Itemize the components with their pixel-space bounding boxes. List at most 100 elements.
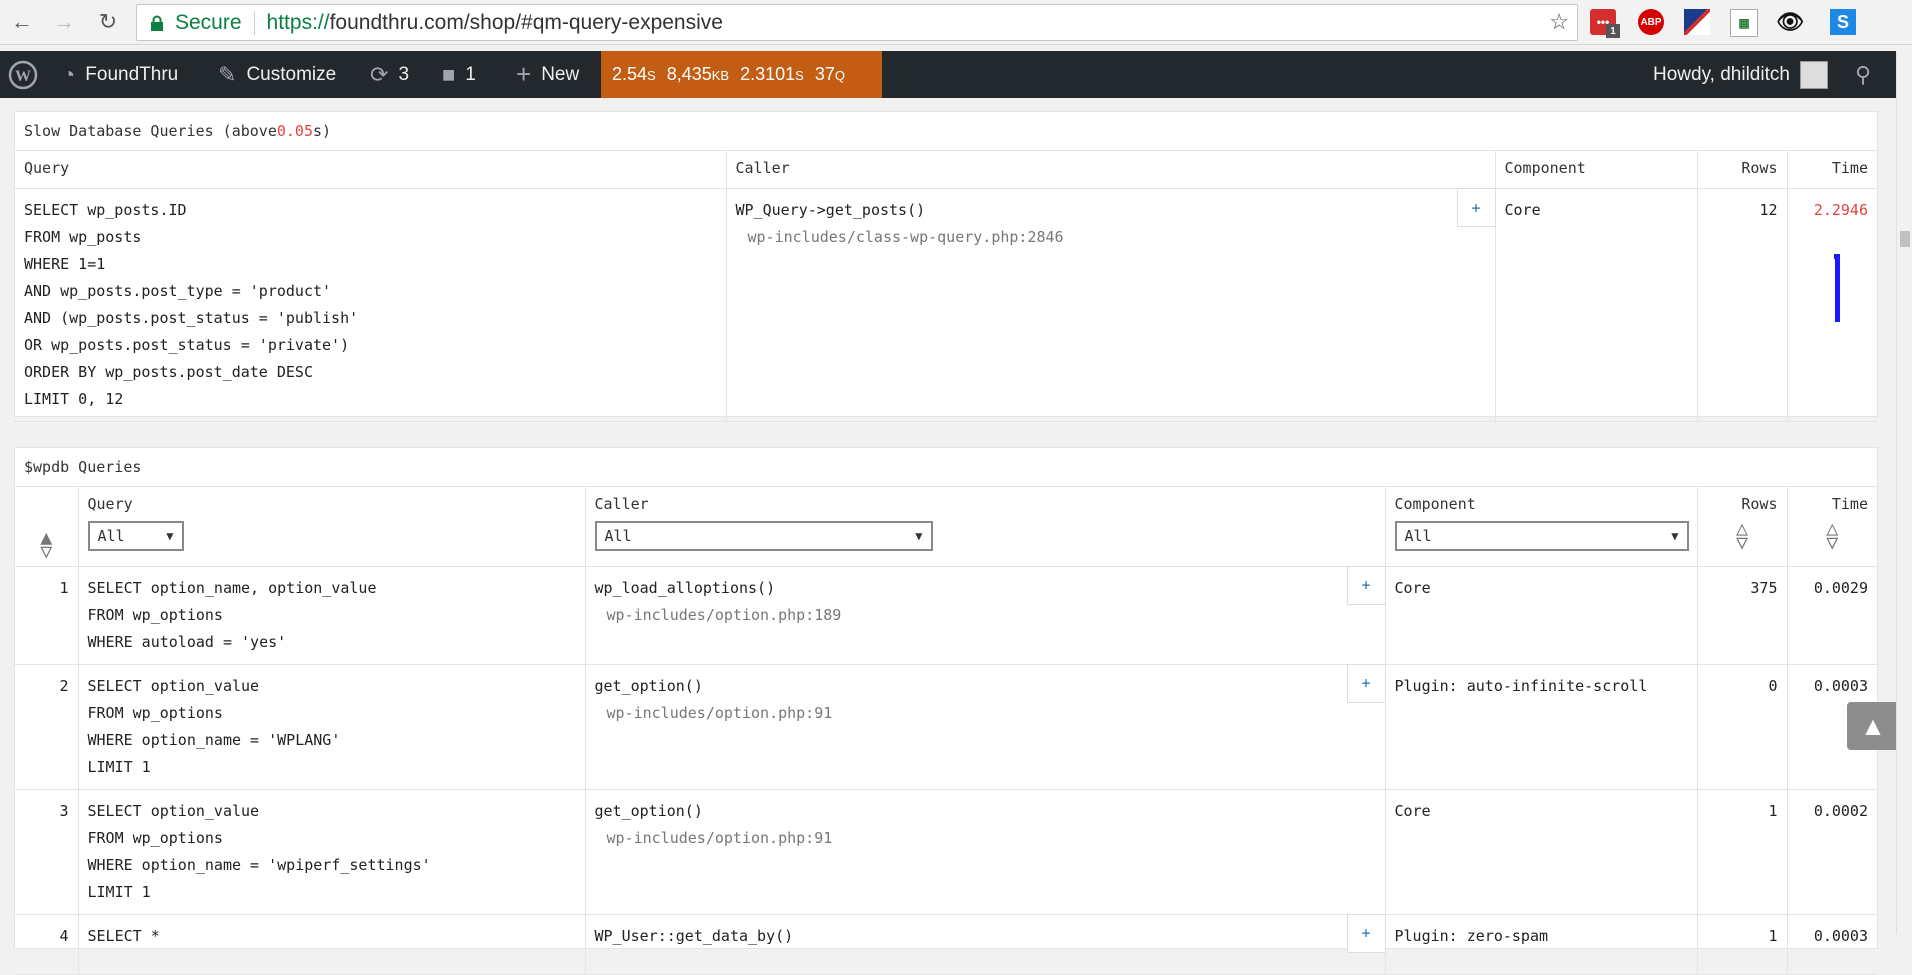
query-monitor-menu[interactable]: 2.54S 8,435KB 2.3101S 37Q	[601, 51, 882, 98]
query-line: SELECT option_value	[87, 801, 260, 820]
caller-header: Caller All ▼	[585, 487, 1386, 567]
col-header-component: Component	[1394, 495, 1476, 513]
query-line: FROM wp_options	[87, 605, 223, 624]
caller-cell: get_option() wp-includes/option.php:91 +	[585, 663, 1386, 790]
comments-link[interactable]: ■ 1	[442, 51, 476, 98]
caller-filter-select[interactable]: All ▼	[594, 521, 933, 551]
col-header-time: Time	[1831, 495, 1868, 513]
row-number: 4	[15, 914, 79, 975]
sort-time-icon[interactable]: △ ▽	[1797, 518, 1869, 552]
col-header-caller: Caller	[594, 495, 649, 513]
expand-trace-button[interactable]: +	[1346, 565, 1386, 605]
query-line: LIMIT 1	[87, 757, 151, 776]
chevron-down-icon: ▼	[915, 529, 923, 543]
eye-icon[interactable]: 👁	[1776, 9, 1804, 35]
chart-extension-icon[interactable]: ▦	[1730, 9, 1758, 37]
browser-toolbar: ← → ↻ Secure https:// foundthru.com/shop…	[0, 0, 1912, 45]
sort-rows-icon[interactable]: △ ▽	[1707, 518, 1778, 552]
component-filter-value: All	[1404, 527, 1432, 545]
query-line: LIMIT 1	[87, 882, 151, 901]
reload-icon[interactable]: ↻	[92, 6, 124, 38]
new-content-link[interactable]: + New	[516, 51, 579, 98]
qm-memory-unit: KB	[711, 68, 730, 83]
customize-link[interactable]: ✎ Customize	[218, 51, 336, 98]
back-icon[interactable]: ←	[6, 6, 38, 38]
secure-label: Secure	[175, 10, 242, 34]
component-cell: Plugin: auto-infinite-scroll	[1385, 664, 1698, 790]
query-cell: SELECT option_value FROM wp_options WHER…	[78, 664, 586, 790]
expand-trace-button[interactable]: +	[1346, 913, 1386, 953]
col-header-query: Query	[87, 495, 133, 513]
qm-page-time-unit: S	[647, 68, 656, 83]
customize-label: Customize	[246, 63, 337, 85]
scrollbar-thumb[interactable]	[1900, 231, 1910, 247]
flag-extension-icon[interactable]	[1684, 9, 1710, 35]
query-cell: SELECT option_value FROM wp_options WHER…	[78, 789, 586, 915]
adblock-icon[interactable]: ABP	[1638, 9, 1664, 35]
time-header: Time △ ▽	[1787, 487, 1877, 567]
caller-filter-value: All	[604, 527, 632, 545]
caller-cell: wp_load_alloptions() wp-includes/option.…	[585, 565, 1386, 665]
query-line: WHERE option_name = 'WPLANG'	[87, 730, 341, 749]
expand-trace-button[interactable]: +	[1346, 663, 1386, 703]
sort-number-icon[interactable]: ▲ ▽	[24, 527, 69, 561]
address-bar[interactable]: Secure https:// foundthru.com/shop/#qm-q…	[136, 4, 1578, 41]
site-name-link[interactable]: ◔ FoundThru	[62, 51, 178, 98]
dashboard-icon: ◔	[62, 61, 76, 87]
query-line: SELECT option_name, option_value	[87, 578, 377, 597]
table-row: 1 SELECT option_name, option_value FROM …	[15, 565, 1877, 665]
col-header-time: Time	[1787, 151, 1877, 189]
query-cell: SELECT *	[78, 914, 586, 975]
expand-trace-button[interactable]: +	[1456, 188, 1496, 227]
slow-queries-table: Query Caller Component Rows Time SELECT …	[15, 151, 1877, 422]
col-header-component: Component	[1495, 151, 1698, 189]
caller-cell: get_option() wp-includes/option.php:91	[585, 789, 1386, 915]
wordpress-logo-icon[interactable]: W	[8, 51, 38, 98]
rows-header: Rows △ ▽	[1697, 487, 1788, 567]
scroll-to-top-button[interactable]: ▲	[1847, 702, 1899, 750]
caller-cell: WP_User::get_data_by() +	[585, 913, 1386, 975]
my-account-link[interactable]: Howdy, dhilditch	[1653, 51, 1828, 98]
updates-link[interactable]: ⟳ 3	[370, 51, 409, 98]
table-row: SELECT wp_posts.ID FROM wp_posts WHERE 1…	[15, 188, 1877, 422]
bookmark-star-icon[interactable]: ☆	[1549, 9, 1569, 35]
row-number: 1	[15, 566, 79, 665]
query-line: ORDER BY wp_posts.post_date DESC	[24, 363, 313, 381]
wpdb-queries-table: ▲ ▽ Query All ▼ Caller All ▼ Component All ▼…	[15, 487, 1877, 975]
query-filter-select[interactable]: All ▼	[87, 521, 184, 551]
s-extension-icon[interactable]: S	[1830, 9, 1856, 35]
row-number: 3	[15, 789, 79, 915]
page-scrollbar[interactable]	[1896, 51, 1912, 934]
component-cell: Core	[1385, 789, 1698, 915]
comment-icon: ■	[442, 61, 456, 87]
search-icon[interactable]: ⚲	[1855, 51, 1871, 98]
slow-queries-title: Slow Database Queries (above 0.05 s)	[15, 112, 1877, 151]
site-name: FoundThru	[85, 63, 179, 85]
query-line: SELECT *	[87, 926, 160, 945]
query-line: WHERE autoload = 'yes'	[87, 632, 287, 651]
caller-function: get_option()	[594, 801, 703, 820]
caller-file[interactable]: wp-includes/option.php:189	[595, 602, 1376, 629]
rows-cell: 375	[1697, 566, 1788, 665]
query-line: FROM wp_options	[87, 828, 223, 847]
caller-file[interactable]: wp-includes/class-wp-query.php:2846	[736, 224, 1486, 251]
query-line: AND wp_posts.post_type = 'product'	[24, 282, 332, 300]
caller-function: WP_Query->get_posts()	[735, 201, 926, 219]
url-scheme: https://	[266, 10, 330, 34]
time-cell: 0.0029	[1787, 566, 1877, 665]
caller-file[interactable]: wp-includes/option.php:91	[595, 825, 1376, 852]
threshold-value: 0.05	[276, 122, 313, 140]
qm-memory: 8,435	[666, 64, 712, 84]
query-line: OR wp_posts.post_status = 'private')	[24, 336, 350, 354]
caller-function: wp_load_alloptions()	[594, 578, 776, 597]
rows-cell: 1	[1697, 914, 1788, 975]
forward-icon[interactable]: →	[48, 6, 80, 38]
caller-file[interactable]: wp-includes/option.php:91	[595, 700, 1376, 727]
howdy-label: Howdy, dhilditch	[1653, 63, 1790, 85]
component-filter-select[interactable]: All ▼	[1394, 521, 1689, 551]
query-header: Query All ▼	[78, 487, 586, 567]
col-header-query: Query	[15, 151, 727, 189]
new-label: New	[541, 63, 580, 85]
slow-queries-panel: Slow Database Queries (above 0.05 s) Quer…	[14, 111, 1878, 422]
query-cell: SELECT wp_posts.ID FROM wp_posts WHERE 1…	[15, 188, 727, 422]
